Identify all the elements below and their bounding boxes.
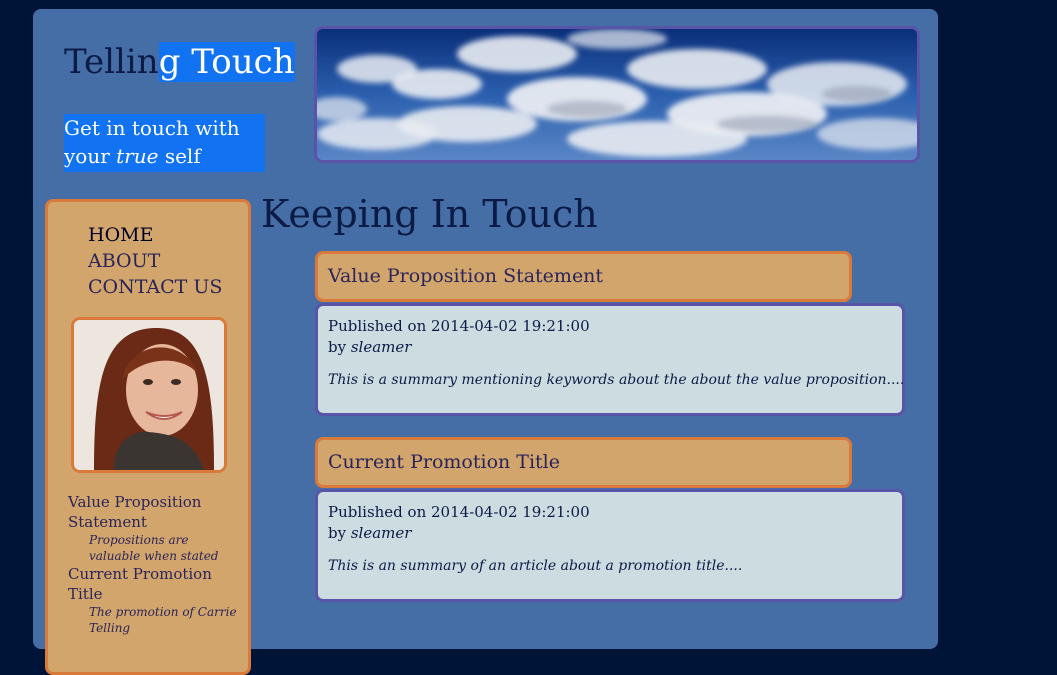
post-published-date: Published on 2014-04-02 19:21:00 [328,503,590,521]
recent-post-desc: The promotion of Carrie Telling [89,605,237,635]
nav-home-link[interactable]: HOME [88,222,222,248]
post-author-line: by sleamer [328,523,590,544]
recent-post-link[interactable]: Current Promotion Title [68,564,243,604]
nav-contact-link[interactable]: CONTACT US [88,274,222,300]
recent-posts-list: Value Proposition Statement Propositions… [68,492,243,636]
site-title-part1: Tellin [64,42,159,82]
post-title-bar[interactable]: Value Proposition Statement [315,251,852,302]
post-title-bar[interactable]: Current Promotion Title [315,437,852,488]
main-nav: HOME ABOUT CONTACT US [88,222,222,300]
post-meta: Published on 2014-04-02 19:21:00 by slea… [328,316,590,358]
banner-image [314,26,920,163]
page-heading: Keeping In Touch [261,192,598,236]
post-by-label: by [328,338,351,356]
post-title[interactable]: Current Promotion Title [328,440,849,485]
post-summary: This is an summary of an article about a… [328,558,743,574]
post-author: sleamer [350,524,412,542]
site-title[interactable]: Telling Touch [64,41,295,83]
page-container: Telling Touch Get in touch with your tru… [33,9,938,675]
tagline-line2: your true self [64,142,265,170]
post-summary-box: Published on 2014-04-02 19:21:00 by slea… [315,303,905,416]
tagline-line1: Get in touch with [64,116,240,140]
tagline-text-end: self [158,144,201,168]
post-summary-box: Published on 2014-04-02 19:21:00 by slea… [315,489,905,602]
recent-post-link[interactable]: Value Proposition Statement [68,492,243,532]
post-author: sleamer [350,338,412,356]
site-title-part2: g Touch [158,42,295,82]
post-meta: Published on 2014-04-02 19:21:00 by slea… [328,502,590,544]
tagline: Get in touch with your true self [64,114,265,172]
profile-photo [74,320,224,470]
tagline-text: your [64,144,117,168]
post-by-label: by [328,524,351,542]
tagline-emphasis: true [116,144,159,168]
post-summary: This is a summary mentioning keywords ab… [328,372,905,388]
nav-about-link[interactable]: ABOUT [88,248,222,274]
post-author-line: by sleamer [328,337,590,358]
sidebar: HOME ABOUT CONTACT US Value Proposition … [45,199,251,675]
avatar [71,317,227,473]
recent-post-desc: Propositions are valuable when stated [89,533,219,563]
post-published-date: Published on 2014-04-02 19:21:00 [328,317,590,335]
post-title[interactable]: Value Proposition Statement [328,254,849,299]
cloudy-sky-image [317,29,917,160]
